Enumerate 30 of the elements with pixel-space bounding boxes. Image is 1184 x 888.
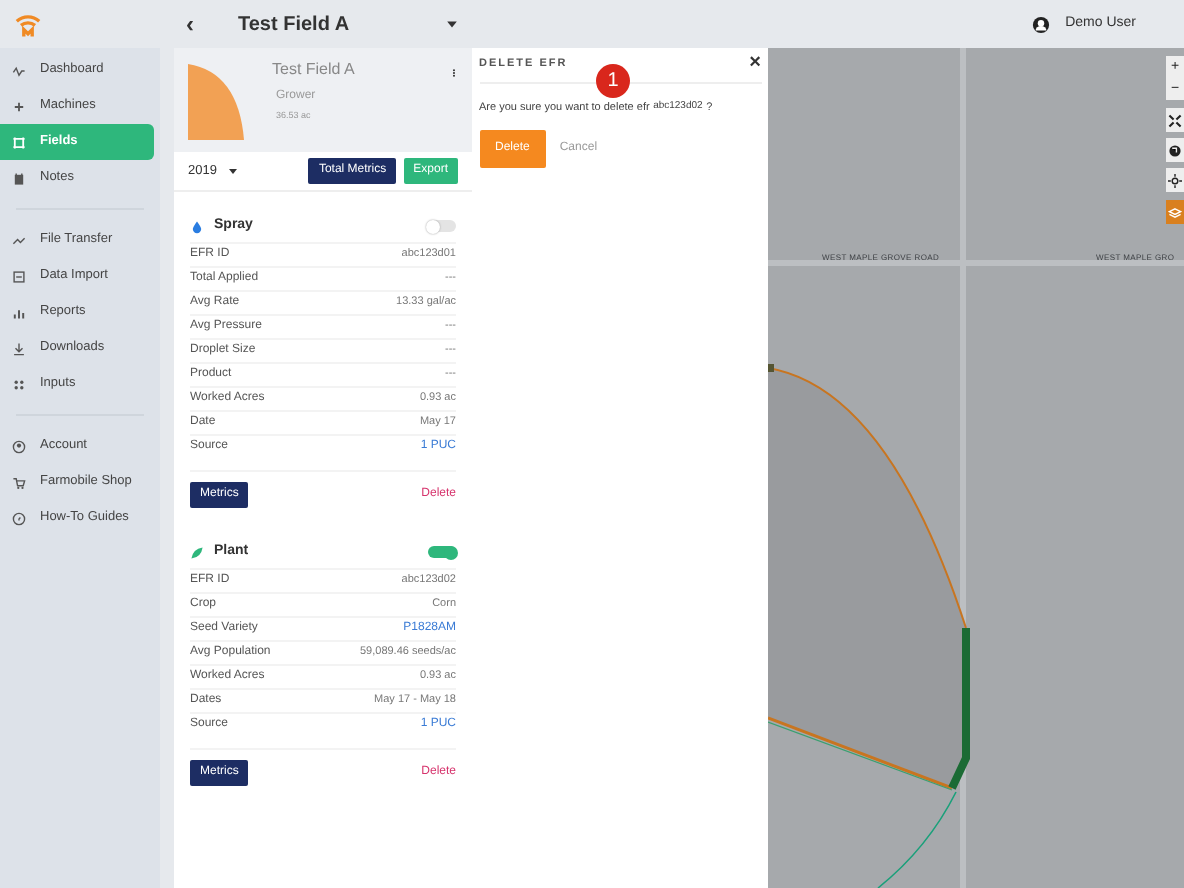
user-circle-icon <box>1031 15 1050 33</box>
toggle-switch[interactable] <box>428 220 456 232</box>
close-button[interactable]: × <box>749 55 761 72</box>
trend-icon <box>12 233 26 247</box>
field-shape-icon <box>188 60 244 140</box>
user-icon <box>12 439 26 453</box>
download-icon <box>12 341 26 355</box>
leaf-icon <box>190 545 204 559</box>
frame-icon <box>12 135 26 149</box>
sun-button[interactable] <box>1166 168 1184 192</box>
fullscreen-icon <box>1168 113 1182 127</box>
caret-down-icon[interactable] <box>228 166 239 176</box>
droplet-icon <box>190 219 204 233</box>
wifi-logo-icon <box>14 10 42 38</box>
notepad-icon <box>12 171 26 185</box>
toggle-switch[interactable] <box>428 546 456 558</box>
cart-icon <box>12 475 26 489</box>
field-name: Test Field A <box>272 58 357 82</box>
layers-button[interactable] <box>1166 200 1184 224</box>
fullscreen-button[interactable] <box>1166 108 1184 132</box>
pulse-icon <box>12 63 26 77</box>
import-icon <box>12 269 26 283</box>
back-button[interactable]: ‹ <box>186 6 194 42</box>
bar-chart-icon <box>12 305 26 319</box>
field-title: Test Field A <box>238 11 350 39</box>
dots-icon <box>12 377 26 391</box>
plus-icon <box>12 99 26 113</box>
globe-button[interactable] <box>1166 138 1184 162</box>
layers-icon <box>1168 205 1182 219</box>
caret-down-icon[interactable] <box>445 18 458 30</box>
